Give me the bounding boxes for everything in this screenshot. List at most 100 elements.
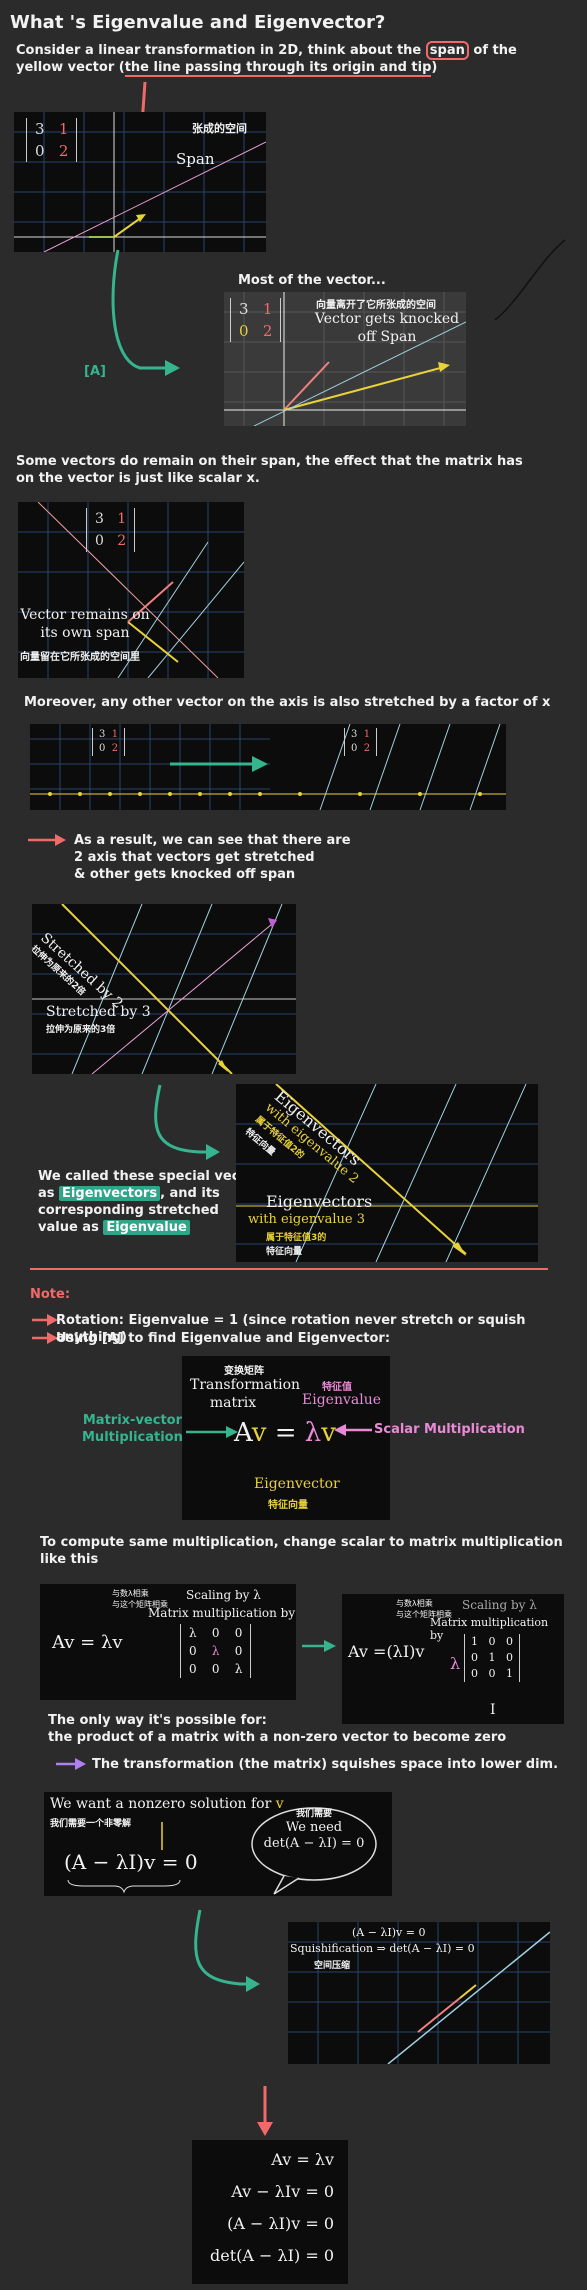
fig8-matrix: λ 0 0 0 λ 0 0 0 λ <box>180 1624 252 1678</box>
para4-l1: As a result, we can see that there are <box>74 833 351 848</box>
m-b: 1 <box>111 729 119 740</box>
eigenvectors-highlight: Eigenvectors <box>59 1186 161 1201</box>
fig5-s3: Stretched by 3 <box>46 1004 151 1020</box>
para5-l4a: value as <box>38 1220 104 1235</box>
fig3-l2: its own span <box>40 625 130 641</box>
fig9-m3: 0 <box>471 1651 478 1664</box>
m-c: 0 <box>95 533 104 549</box>
fig9-m2: 0 <box>506 1635 513 1648</box>
fig11-cn: 空间压缩 <box>314 1961 351 1971</box>
fig-nonzero: We want a nonzero solution for v 我们需要一个非… <box>44 1792 392 1896</box>
m-a: 3 <box>351 729 358 740</box>
para2-l1: Some vectors do remain on their span, th… <box>16 454 523 469</box>
para5: We called these special vecto as Eigenve… <box>38 1168 255 1236</box>
fig8-eq: Av = λv <box>52 1632 123 1653</box>
fig10-need2: det(A − λI) = 0 <box>263 1836 365 1851</box>
intro-line2b: ) <box>431 60 438 75</box>
matrix-4a: 3 1 0 2 <box>92 728 126 756</box>
fig7-evvec: Eigenvector <box>254 1476 340 1492</box>
m-d: 2 <box>58 142 69 160</box>
para5-l2b: , and its <box>160 1186 220 1201</box>
tag-a: [A] <box>84 364 106 379</box>
m-d: 2 <box>363 743 371 754</box>
fig10-cn-need: 我们需要 <box>296 1809 333 1819</box>
fig6-ev2: Eigenvectors <box>266 1192 373 1211</box>
fig8-m5: 0 <box>234 1644 243 1658</box>
fig12-e3: (A − λI)v = 0 <box>227 2214 334 2233</box>
fig7-right: Scalar Multiplication <box>374 1422 525 1437</box>
m-b: 1 <box>58 120 69 138</box>
fig3-cn: 向量留在它所张成的空间里 <box>20 652 140 663</box>
fig9-eq: Av =(λI)v <box>348 1642 425 1661</box>
fig7-left1: Matrix-vector <box>82 1413 182 1428</box>
para5-l2a: as <box>38 1186 60 1201</box>
intro-line2a: yellow vector ( <box>16 60 125 75</box>
matrix-2: 3 1 0 2 <box>230 298 282 342</box>
m-a: 3 <box>99 729 106 740</box>
divider <box>30 1268 548 1270</box>
fig8-m3: 0 <box>189 1644 197 1658</box>
fig-knocked: 3 1 0 2 向量离开了它所张成的空间 Vector gets knocked… <box>224 292 466 426</box>
fig-axis: 3 1 0 2 3 1 0 2 <box>30 724 506 810</box>
fig9-lam: λ <box>450 1654 461 1673</box>
fig12-e1: Av = λv <box>271 2150 334 2169</box>
fig7-ev: Eigenvalue <box>302 1392 381 1408</box>
fig-derivation: Av = λv Av − λIv = 0 (A − λI)v = 0 det(A… <box>192 2140 348 2284</box>
para4-l3: & other gets knocked off span <box>74 867 296 882</box>
fig-scaling: Av = λv 与数λ相乘 与这个矩阵相乘 Scaling by λ Matrix… <box>40 1584 296 1700</box>
fig6-cn2b: 特征向量 <box>266 1247 303 1257</box>
fig1-label: Span <box>176 150 215 168</box>
fig8-m6: 0 <box>189 1662 197 1676</box>
fig9-matrix: 1 0 0 0 1 0 0 0 1 <box>464 1634 520 1682</box>
m-d: 2 <box>117 533 127 549</box>
fig7-tm: Transformation matrix <box>190 1376 300 1412</box>
intro-underlined: the line passing through its origin and … <box>124 60 432 77</box>
para4: As a result, we can see that there are 2… <box>74 832 351 883</box>
fig10-need1: We need <box>285 1820 343 1835</box>
note-r2: Using [A] to find Eigenvalue and Eigenve… <box>56 1331 391 1346</box>
para4-l2: 2 axis that vectors get stretched <box>74 850 315 865</box>
fig-span: 3 1 0 2 张成的空间 Span <box>14 112 266 252</box>
fig7-eq-eq: = <box>274 1418 297 1448</box>
fig11-sq: Squishification ⇒ det(A − λI) = 0 <box>290 1942 475 1955</box>
fig8-m0: λ <box>189 1626 197 1640</box>
matrix-1: 3 1 0 2 <box>26 118 78 162</box>
fig11-top: (A − λI)v = 0 <box>352 1926 426 1939</box>
fig8-scal: Scaling by λ <box>186 1588 261 1602</box>
fig9-cn1: 与数λ相乘 <box>396 1599 433 1608</box>
fig9-m5: 0 <box>506 1651 513 1664</box>
eigenvalue-highlight: Eigenvalue <box>103 1220 190 1235</box>
para2: Some vectors do remain on their span, th… <box>16 453 523 487</box>
m-a: 3 <box>95 511 104 527</box>
fig8-m7: 0 <box>211 1662 220 1676</box>
fig7-tm1: Transformation <box>190 1377 301 1393</box>
para7: To compute same multiplication, change s… <box>40 1535 563 1567</box>
fig7-tm2: matrix <box>209 1395 257 1411</box>
fig7-cn-ev: 特征值 <box>322 1382 352 1393</box>
fig12-e4: det(A − λI) = 0 <box>210 2246 334 2265</box>
fig8-m8: λ <box>234 1662 243 1676</box>
fig6-ev2b: with eigenvalue 3 <box>248 1212 365 1227</box>
fig-stretched: Stretched by 2 拉伸为原来的2倍 Stretched by 3 拉… <box>32 904 296 1074</box>
para5-l3: corresponding stretched <box>38 1203 219 1218</box>
m-c: 0 <box>239 322 249 340</box>
para2-l2: on the vector is just like scalar x. <box>16 471 260 486</box>
fig-remains: 3 1 0 2 Vector remains on its own span 向量… <box>18 502 244 678</box>
fig9-m8: 1 <box>506 1667 513 1680</box>
m-b: 1 <box>262 300 273 318</box>
fig9-m4: 1 <box>488 1651 496 1664</box>
fig7-cn-tm: 变换矩阵 <box>224 1366 264 1377</box>
m-a: 3 <box>35 120 45 138</box>
fig9-scal: Scaling by λ <box>462 1598 537 1612</box>
para8-l2: the product of a matrix with a non-zero … <box>48 1730 507 1745</box>
page-title: What 's Eigenvalue and Eigenvector? <box>10 12 386 33</box>
fig7-left: Matrix-vector Multiplication <box>82 1412 183 1446</box>
note-heading: Note: <box>30 1287 71 1302</box>
fig-eigenvectors: Eigenvectors with eigenvalue 2 属于特征值2的 特… <box>236 1084 538 1262</box>
fig7-eq-v: v <box>251 1418 267 1448</box>
fig8-cn1: 与数λ相乘 <box>112 1589 149 1598</box>
fig9-m6: 0 <box>471 1667 478 1680</box>
fig12-e2: Av − λIv = 0 <box>231 2182 334 2201</box>
para8: The only way it's possible for: the prod… <box>48 1712 506 1746</box>
fig7-eq-a: A <box>234 1418 252 1448</box>
